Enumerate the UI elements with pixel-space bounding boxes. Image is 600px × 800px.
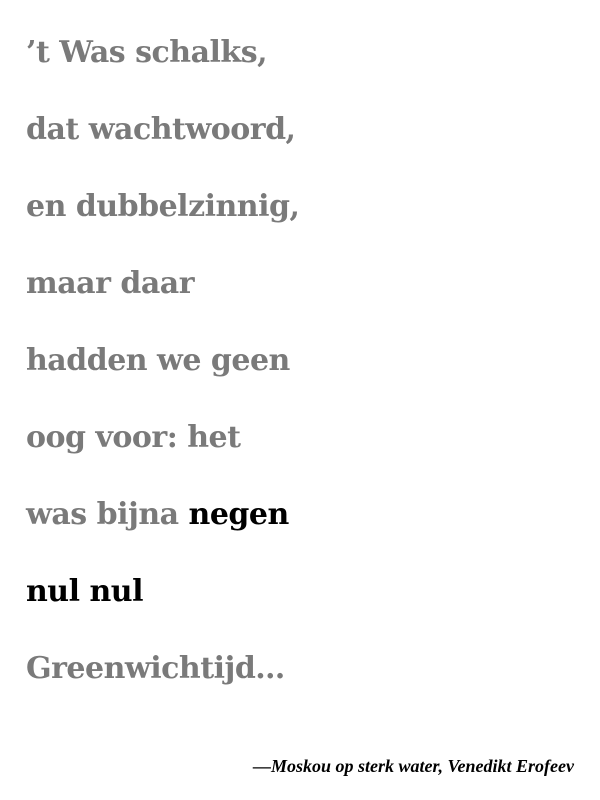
quote-line-5: hadden we geen: [26, 343, 290, 378]
quote-line-2: dat wachtwoord,: [26, 112, 296, 147]
quote-line-7-prefix: was bijna: [26, 497, 189, 532]
quote-line-1: ’t Was schalks,: [26, 35, 268, 70]
quote-line-last: Greenwichtijd…: [26, 651, 285, 686]
quote-line-4: maar daar: [26, 266, 195, 301]
quote-emphasis-nul-nul: nul nul: [26, 574, 143, 609]
quote-line-7: was bijna negen: [26, 476, 596, 553]
quote-emphasis-negen: negen: [188, 497, 290, 532]
quote-line-3: en dubbelzinnig,: [26, 189, 300, 224]
quote-line-6: oog voor: het: [26, 420, 241, 455]
quote-card: { "quote": { "lines": [ "’t Was schalks,…: [0, 0, 600, 800]
attribution: —Moskou op sterk water, Venedikt Erofeev: [252, 756, 574, 776]
quote-text: ’t Was schalks, dat wachtwoord, en dubbe…: [26, 14, 596, 707]
